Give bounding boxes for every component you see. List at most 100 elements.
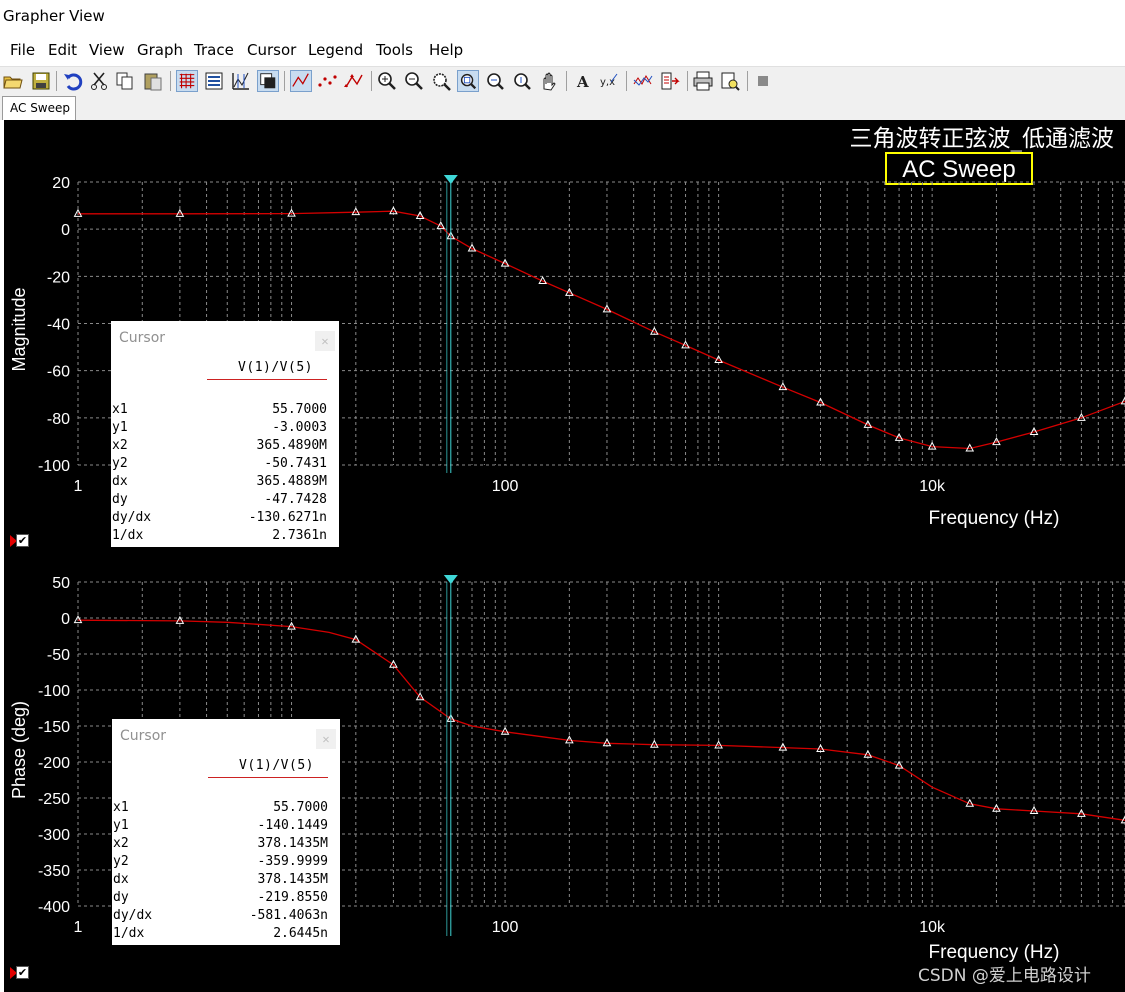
y-tick-label: -300 <box>38 827 70 844</box>
legend-checkbox[interactable]: ✔ <box>16 966 29 979</box>
graph-title: 三角波转正弦波_低通滤波 <box>850 126 1115 152</box>
y-tick-label: -350 <box>38 863 70 880</box>
watermark: CSDN @爱上电路设计 <box>918 966 1091 986</box>
pan-hand-icon[interactable] <box>538 70 560 92</box>
readout-value: 2.6445n <box>273 926 328 941</box>
cursor-readout-row: y2 -50.7431 <box>111 456 339 474</box>
x-tick-label: 1 <box>74 478 83 495</box>
cursor-trace-name: V(1)/V(5) <box>238 360 313 375</box>
cursor-readout-row: x1 55.7000 <box>111 402 339 420</box>
legend-label: V(1)/V(5) <box>34 533 89 547</box>
y-tick-label: -50 <box>47 647 70 664</box>
undo-icon[interactable] <box>62 70 84 92</box>
trace-marker <box>1120 396 1125 405</box>
readout-key: x1 <box>112 402 128 417</box>
y-tick-label: -60 <box>47 364 70 381</box>
y-tick-label: -40 <box>47 317 70 334</box>
menu-file[interactable]: File <box>10 41 35 59</box>
x-tick-label: 100 <box>492 478 519 495</box>
print-preview-icon[interactable] <box>719 70 741 92</box>
toolbar-separator <box>566 71 567 91</box>
toolbar-separator <box>170 71 171 91</box>
menu-graph[interactable]: Graph <box>137 41 183 59</box>
svg-text:A: A <box>576 73 589 91</box>
zoom-y-icon[interactable] <box>511 70 533 92</box>
export-icon[interactable] <box>659 70 681 92</box>
readout-value: -47.7428 <box>264 492 327 507</box>
cursor-readout-row: dy -47.7428 <box>111 492 339 510</box>
cursor-readout-row: dy/dx -130.6271n <box>111 510 339 528</box>
cursor-trace-underline <box>208 777 328 778</box>
save-icon[interactable] <box>30 70 52 92</box>
cut-icon[interactable] <box>88 70 110 92</box>
readout-value: -140.1449 <box>257 818 328 833</box>
toolbar-separator <box>687 71 688 91</box>
trace-label-icon[interactable]: y,x <box>598 70 620 92</box>
cursor-panel-magnitude[interactable]: Cursor ✕ V(1)/V(5) x1 55.7000 y1 -3.0003 x2 3… <box>111 321 339 547</box>
readout-key: dy/dx <box>113 908 153 923</box>
readout-key: 1/dx <box>112 528 144 543</box>
trace-line-points-icon[interactable] <box>343 70 365 92</box>
cursor-readout-row: y2 -359.9999 <box>112 854 340 872</box>
zoom-x-icon[interactable] <box>484 70 506 92</box>
graph-area[interactable]: 三角波转正弦波_低通滤波 AC Sweep 20 0 -20 -40 -60 -80 -10… <box>4 120 1125 992</box>
close-icon[interactable]: ✕ <box>315 331 335 351</box>
zoom-in-icon[interactable] <box>376 70 398 92</box>
tab-ac-sweep[interactable]: AC Sweep <box>2 96 76 120</box>
readout-value: -130.6271n <box>248 510 327 525</box>
cursor-handle-icon <box>443 575 458 584</box>
readout-key: x2 <box>112 438 128 453</box>
show-legend-icon[interactable] <box>203 70 225 92</box>
zoom-area-icon[interactable] <box>430 70 452 92</box>
svg-text:y,x: y,x <box>600 77 615 88</box>
show-cursors-icon[interactable] <box>230 70 252 92</box>
y-tick-label: -100 <box>38 683 70 700</box>
cursor-panel-phase[interactable]: Cursor ✕ V(1)/V(5) x1 55.7000 y1 -140.1449 x… <box>112 719 340 945</box>
text-label-icon[interactable]: A <box>572 70 594 92</box>
readout-value: -50.7431 <box>264 456 327 471</box>
readout-value: 365.4890M <box>256 438 327 453</box>
cursor-readout-row: x2 365.4890M <box>111 438 339 456</box>
y-axis-label: Magnitude <box>9 287 29 371</box>
cursor-readout-row: dx 378.1435M <box>112 872 340 890</box>
cursor-data-icon[interactable] <box>257 70 279 92</box>
menu-help[interactable]: Help <box>429 41 463 59</box>
zoom-out-icon[interactable] <box>403 70 425 92</box>
readout-key: dy/dx <box>112 510 152 525</box>
open-folder-icon[interactable] <box>2 70 24 92</box>
readout-key: y1 <box>113 818 129 833</box>
menu-legend[interactable]: Legend <box>308 41 363 59</box>
stop-icon[interactable] <box>752 70 774 92</box>
y-tick-label: -250 <box>38 791 70 808</box>
readout-value: 55.7000 <box>273 800 328 815</box>
readout-key: dx <box>112 474 128 489</box>
trace-points-icon[interactable] <box>316 70 338 92</box>
menu-view[interactable]: View <box>89 41 125 59</box>
readout-key: y2 <box>113 854 129 869</box>
overlay-traces-icon[interactable] <box>632 70 654 92</box>
menu-trace[interactable]: Trace <box>194 41 234 59</box>
show-grid-icon[interactable] <box>176 70 198 92</box>
readout-value: 378.1435M <box>257 872 328 887</box>
close-icon[interactable]: ✕ <box>316 729 336 749</box>
window-title: Grapher View <box>3 7 105 25</box>
readout-value: 2.7361n <box>272 528 327 543</box>
print-icon[interactable] <box>692 70 714 92</box>
cursor-readout-row: dx 365.4889M <box>111 474 339 492</box>
legend-phase[interactable]: ✔ V(1)/V(5) <box>10 965 110 983</box>
x-tick-label: 100 <box>492 919 519 936</box>
copy-icon[interactable] <box>114 70 136 92</box>
readout-key: dx <box>113 872 129 887</box>
trace-line-icon[interactable] <box>290 70 312 92</box>
legend-magnitude[interactable]: ✔ V(1)/V(5) <box>10 533 110 551</box>
readout-key: dy <box>113 890 129 905</box>
menu-edit[interactable]: Edit <box>48 41 77 59</box>
legend-checkbox[interactable]: ✔ <box>16 534 29 547</box>
readout-value: 55.7000 <box>272 402 327 417</box>
paste-icon[interactable] <box>142 70 164 92</box>
readout-key: x1 <box>113 800 129 815</box>
menu-cursor[interactable]: Cursor <box>247 41 296 59</box>
zoom-full-icon[interactable] <box>457 70 479 92</box>
readout-key: y2 <box>112 456 128 471</box>
menu-tools[interactable]: Tools <box>376 41 413 59</box>
